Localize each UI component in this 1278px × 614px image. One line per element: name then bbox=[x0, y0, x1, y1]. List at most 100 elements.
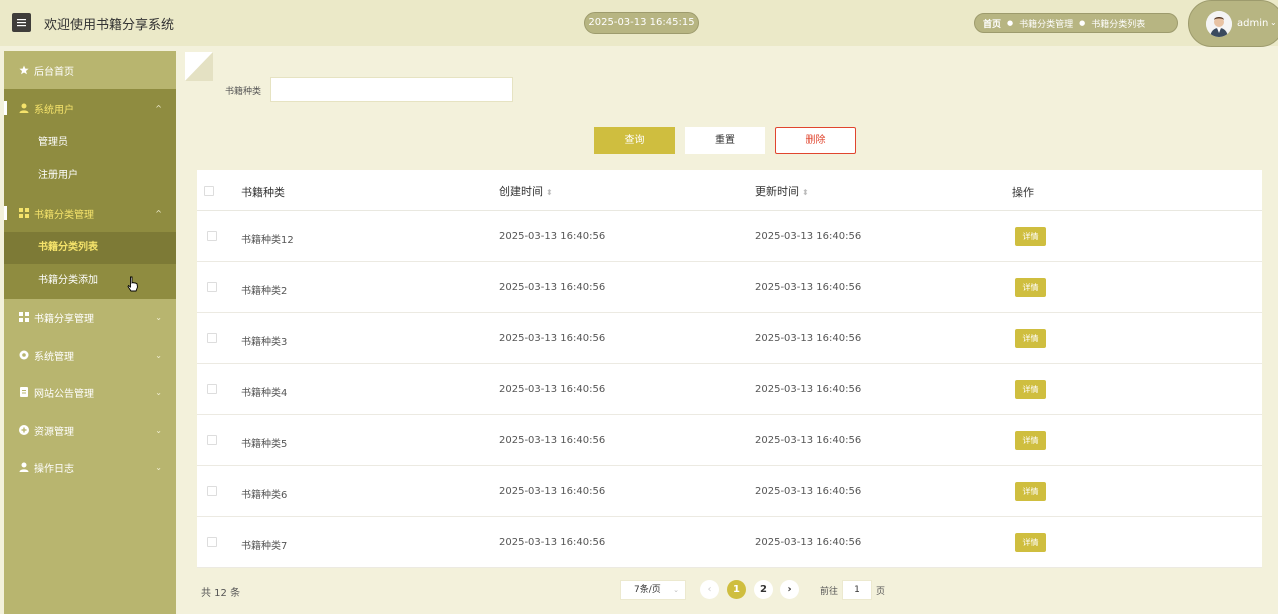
table-row: 书籍种类6 2025-03-13 16:40:56 2025-03-13 16:40… bbox=[197, 466, 1262, 517]
sidebar-group-book-share[interactable]: 书籍分享管理 ⌄ bbox=[4, 308, 176, 326]
sidebar-item-admin[interactable]: 管理员 bbox=[4, 127, 176, 159]
detail-button[interactable]: 详情 bbox=[1015, 431, 1046, 450]
user-menu[interactable]: admin ⌄ bbox=[1188, 0, 1278, 47]
reset-button[interactable]: 重置 bbox=[685, 127, 765, 154]
top-header: 欢迎使用书籍分享系统 2025-03-13 16:45:15 首页 ● 书籍分类… bbox=[0, 0, 1278, 47]
user-icon bbox=[18, 462, 29, 473]
sidebar-group-system-manage[interactable]: 系统管理 ⌄ bbox=[4, 346, 176, 364]
chevron-down-icon: ⌄ bbox=[155, 387, 162, 397]
datetime-badge: 2025-03-13 16:45:15 bbox=[584, 12, 699, 34]
cell-created: 2025-03-13 16:40:56 bbox=[499, 333, 606, 344]
cell-created: 2025-03-13 16:40:56 bbox=[499, 537, 606, 548]
sidebar-item-label: 后台首页 bbox=[34, 66, 74, 78]
sidebar-group-system-users[interactable]: 系统用户 ^ bbox=[4, 97, 176, 119]
breadcrumb-item[interactable]: 书籍分类管理 bbox=[1019, 17, 1073, 30]
row-checkbox[interactable] bbox=[207, 282, 217, 292]
detail-button[interactable]: 详情 bbox=[1015, 329, 1046, 348]
cell-updated: 2025-03-13 16:40:56 bbox=[755, 435, 862, 446]
query-button[interactable]: 查询 bbox=[594, 127, 675, 154]
user-icon bbox=[18, 103, 29, 114]
sidebar-group-resource[interactable]: 资源管理 ⌄ bbox=[4, 421, 176, 439]
cell-created: 2025-03-13 16:40:56 bbox=[499, 435, 606, 446]
sidebar-item-label: 书籍分类管理 bbox=[34, 209, 94, 221]
goto-page-input[interactable]: 1 bbox=[842, 580, 872, 600]
next-page-button[interactable]: › bbox=[780, 580, 799, 599]
column-header-updated[interactable]: 更新时间 ⬍ bbox=[755, 183, 809, 199]
select-all-checkbox[interactable] bbox=[204, 186, 214, 196]
column-header-label: 更新时间 bbox=[755, 185, 799, 198]
cell-type: 书籍种类3 bbox=[241, 337, 288, 348]
grid-icon bbox=[18, 208, 29, 219]
column-header-label: 创建时间 bbox=[499, 185, 543, 198]
table-row: 书籍种类3 2025-03-13 16:40:56 2025-03-13 16:40… bbox=[197, 313, 1262, 364]
row-checkbox[interactable] bbox=[207, 537, 217, 547]
delete-button[interactable]: 删除 bbox=[775, 127, 856, 154]
hamburger-icon bbox=[17, 19, 26, 27]
row-checkbox[interactable] bbox=[207, 435, 217, 445]
page-size-select[interactable]: 7条/页 ⌄ bbox=[620, 580, 686, 600]
detail-button[interactable]: 详情 bbox=[1015, 278, 1046, 297]
chevron-up-icon: ^ bbox=[155, 208, 162, 218]
breadcrumb-item[interactable]: 书籍分类列表 bbox=[1091, 17, 1145, 30]
breadcrumb-item-home[interactable]: 首页 bbox=[983, 17, 1001, 30]
sort-icon[interactable]: ⬍ bbox=[802, 188, 809, 197]
detail-button[interactable]: 详情 bbox=[1015, 482, 1046, 501]
detail-button[interactable]: 详情 bbox=[1015, 227, 1046, 246]
breadcrumb-separator: ● bbox=[1007, 19, 1014, 27]
username: admin bbox=[1237, 18, 1269, 29]
column-header-action: 操作 bbox=[1012, 186, 1034, 199]
page-button-2[interactable]: 2 bbox=[754, 580, 773, 599]
column-header-type: 书籍种类 bbox=[241, 186, 285, 199]
sort-icon[interactable]: ⬍ bbox=[546, 188, 553, 197]
cell-created: 2025-03-13 16:40:56 bbox=[499, 486, 606, 497]
grid-icon bbox=[18, 312, 29, 323]
sidebar-item-home[interactable]: 后台首页 bbox=[4, 61, 176, 79]
gear-icon bbox=[18, 350, 29, 361]
table-row: 书籍种类12 2025-03-13 16:40:56 2025-03-13 16:4… bbox=[197, 211, 1262, 262]
cell-type: 书籍种类5 bbox=[241, 439, 288, 450]
page-button-1[interactable]: 1 bbox=[727, 580, 746, 599]
column-header-created[interactable]: 创建时间 ⬍ bbox=[499, 183, 553, 199]
chevron-down-icon: ⌄ bbox=[673, 586, 679, 594]
sidebar-item-label: 资源管理 bbox=[34, 426, 74, 438]
sidebar-item-registered-users[interactable]: 注册用户 bbox=[4, 160, 176, 192]
chevron-up-icon: ^ bbox=[155, 103, 162, 113]
cell-updated: 2025-03-13 16:40:56 bbox=[755, 231, 862, 242]
cell-updated: 2025-03-13 16:40:56 bbox=[755, 282, 862, 293]
cell-updated: 2025-03-13 16:40:56 bbox=[755, 384, 862, 395]
cell-type: 书籍种类4 bbox=[241, 388, 288, 399]
table-row: 书籍种类7 2025-03-13 16:40:56 2025-03-13 16:40… bbox=[197, 517, 1262, 568]
breadcrumb-separator: ● bbox=[1079, 19, 1086, 27]
chevron-down-icon: ⌄ bbox=[155, 425, 162, 435]
cell-created: 2025-03-13 16:40:56 bbox=[499, 384, 606, 395]
cell-created: 2025-03-13 16:40:56 bbox=[499, 231, 606, 242]
book-type-search-input[interactable] bbox=[270, 77, 513, 102]
row-checkbox[interactable] bbox=[207, 486, 217, 496]
chevron-down-icon: ⌄ bbox=[155, 350, 162, 360]
sidebar-item-label: 网站公告管理 bbox=[34, 388, 94, 400]
sidebar-item-book-category-add[interactable]: 书籍分类添加 bbox=[4, 265, 176, 297]
page-corner-fold-icon bbox=[185, 52, 213, 81]
sidebar-item-book-category-list[interactable]: 书籍分类列表 bbox=[4, 232, 176, 264]
cell-type: 书籍种类12 bbox=[241, 235, 294, 246]
sidebar-group-operation-log[interactable]: 操作日志 ⌄ bbox=[4, 458, 176, 476]
cell-created: 2025-03-13 16:40:56 bbox=[499, 282, 606, 293]
home-icon bbox=[18, 65, 29, 76]
sidebar-group-book-category[interactable]: 书籍分类管理 ^ bbox=[4, 202, 176, 224]
detail-button[interactable]: 详情 bbox=[1015, 380, 1046, 399]
table-row: 书籍种类5 2025-03-13 16:40:56 2025-03-13 16:40… bbox=[197, 415, 1262, 466]
cell-updated: 2025-03-13 16:40:56 bbox=[755, 537, 862, 548]
avatar[interactable] bbox=[1206, 11, 1232, 37]
cell-updated: 2025-03-13 16:40:56 bbox=[755, 333, 862, 344]
hand-cursor-icon bbox=[127, 276, 139, 295]
breadcrumb: 首页 ● 书籍分类管理 ● 书籍分类列表 bbox=[974, 13, 1178, 33]
row-checkbox[interactable] bbox=[207, 231, 217, 241]
detail-button[interactable]: 详情 bbox=[1015, 533, 1046, 552]
sidebar-group-announcement[interactable]: 网站公告管理 ⌄ bbox=[4, 383, 176, 401]
sidebar-item-label: 操作日志 bbox=[34, 463, 74, 475]
menu-toggle-button[interactable] bbox=[12, 13, 31, 32]
row-checkbox[interactable] bbox=[207, 333, 217, 343]
table-row: 书籍种类2 2025-03-13 16:40:56 2025-03-13 16:40… bbox=[197, 262, 1262, 313]
prev-page-button[interactable]: ‹ bbox=[700, 580, 719, 599]
row-checkbox[interactable] bbox=[207, 384, 217, 394]
